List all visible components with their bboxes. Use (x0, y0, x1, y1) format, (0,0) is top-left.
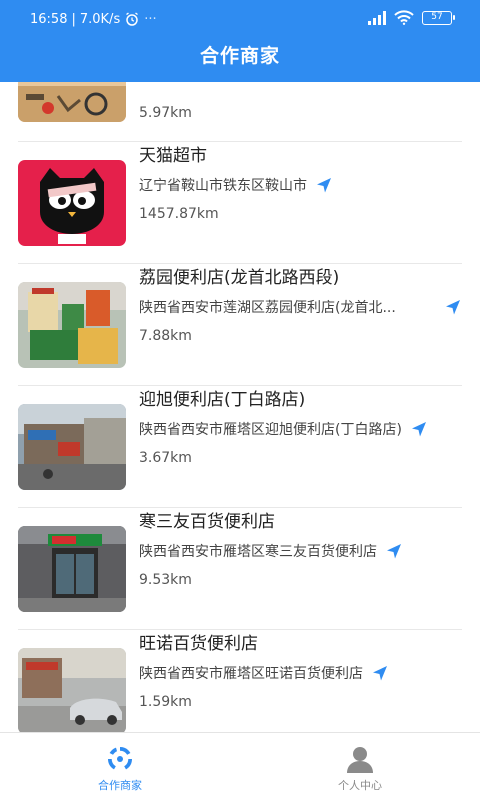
tab-personal-center[interactable]: 个人中心 (240, 733, 480, 801)
store-name: 寒三友百货便利店 (139, 512, 275, 532)
store-thumbnail (18, 282, 126, 368)
recycle-icon (108, 747, 132, 770)
status-bar: 16:58 | 7.0K/s ··· 57 (0, 0, 480, 36)
store-address: 陕西省西安市雁塔区迎旭便利店(丁白路店) (139, 422, 402, 438)
navigation-arrow-icon[interactable] (444, 298, 462, 316)
navigation-arrow-icon[interactable] (371, 664, 389, 682)
battery-icon: 57 (422, 10, 455, 25)
alarm-icon (126, 12, 139, 26)
status-time: 16:58 (30, 11, 68, 27)
store-distance: 3.67km (139, 450, 192, 466)
store-address: 陕西省西安市雁塔区寒三友百货便利店 (139, 544, 377, 560)
store-thumbnail (18, 526, 126, 612)
store-thumbnail (18, 404, 126, 490)
list-item[interactable]: 寒三友百货便利店 陕西省西安市雁塔区寒三友百货便利店 9.53km (18, 508, 462, 630)
store-thumbnail (18, 160, 126, 246)
store-distance: 1.59km (139, 694, 192, 710)
user-icon (347, 747, 373, 773)
list-item[interactable]: 迎旭便利店(丁白路店) 陕西省西安市雁塔区迎旭便利店(丁白路店) 3.67km (18, 386, 462, 508)
list-item[interactable]: 旺诺百货便利店 陕西省西安市雁塔区旺诺百货便利店 1.59km (18, 630, 462, 732)
store-name: 荔园便利店(龙首北路西段) (139, 268, 340, 288)
navigation-arrow-icon[interactable] (410, 420, 428, 438)
app-header: 16:58 | 7.0K/s ··· 57 合作商家 (0, 0, 480, 82)
store-address: 陕西省西安市莲湖区荔园便利店(龙首北... (139, 300, 396, 316)
status-separator: | (71, 11, 76, 27)
store-distance: 5.97km (139, 105, 192, 121)
tab-label: 个人中心 (338, 779, 382, 792)
list-item[interactable]: 天猫超市 辽宁省鞍山市铁东区鞍山市 1457.87km (18, 142, 462, 264)
signal-icon (368, 10, 386, 25)
store-distance: 9.53km (139, 572, 192, 588)
list-item[interactable]: 荔园便利店(龙首北路西段) 陕西省西安市莲湖区荔园便利店(龙首北... 7.88… (18, 264, 462, 386)
store-name: 旺诺百货便利店 (139, 634, 258, 654)
list-item[interactable]: 5.97km (18, 82, 462, 142)
more-dots-icon: ··· (144, 11, 157, 27)
store-distance: 1457.87km (139, 206, 219, 222)
store-address: 陕西省西安市雁塔区旺诺百货便利店 (139, 666, 363, 682)
bottom-tab-bar: 合作商家 个人中心 (0, 732, 480, 800)
network-speed: 7.0K/s (79, 11, 121, 27)
page-title: 合作商家 (199, 45, 280, 67)
wifi-icon (394, 10, 414, 25)
store-distance: 7.88km (139, 328, 192, 344)
tab-label: 合作商家 (98, 779, 142, 792)
navigation-arrow-icon[interactable] (385, 542, 403, 560)
store-thumbnail (18, 82, 126, 122)
tab-partner-merchants[interactable]: 合作商家 (0, 733, 240, 801)
store-address: 辽宁省鞍山市铁东区鞍山市 (139, 178, 307, 194)
navigation-arrow-icon[interactable] (315, 176, 333, 194)
store-list[interactable]: 5.97km 天猫超市 辽宁省鞍山市铁东区鞍山市 1457.87km 荔园便利店… (0, 82, 480, 732)
store-name: 天猫超市 (139, 146, 207, 166)
store-thumbnail (18, 648, 126, 732)
store-name: 迎旭便利店(丁白路店) (139, 390, 306, 410)
